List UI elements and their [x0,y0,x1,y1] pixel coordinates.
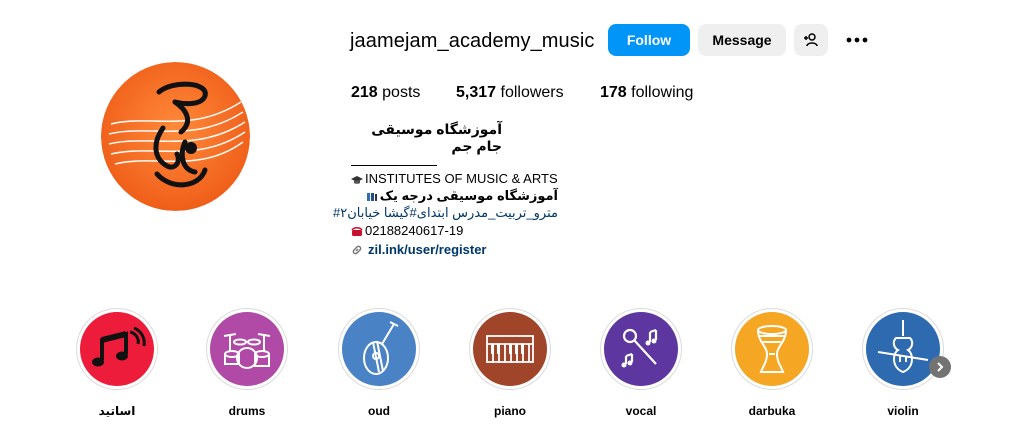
highlight-oud[interactable]: oud [338,308,420,418]
graduation-cap-icon [351,175,363,184]
violin-icon [866,312,940,386]
profile-link[interactable]: zil.ink/user/register [351,242,487,257]
highlights-next-button[interactable] [929,356,951,378]
drum-kit-icon [210,312,284,386]
suggest-user-button[interactable] [794,24,828,56]
highlight-vocal[interactable]: vocal [600,308,682,418]
keyboard-icon [473,312,547,386]
highlight-label: اساتید [98,404,136,418]
highlight-label: violin [887,404,919,418]
following-label: following [631,84,694,101]
more-icon [846,37,868,43]
more-options-button[interactable] [842,28,872,52]
following-number: 178 [600,84,627,101]
bio-line-4: 02188240617-19 [351,223,463,238]
message-button[interactable]: Message [698,24,786,56]
highlight-teachers[interactable]: اساتید [76,308,158,418]
follow-button[interactable]: Follow [608,24,690,56]
microphone-icon [604,312,678,386]
highlight-label: darbuka [748,404,796,418]
chevron-right-icon [937,362,944,372]
bio-line-1: INSTITUTES OF MUSIC & ARTS [351,171,558,186]
bio-line-2: آموزشگاه موسیقی درجه یک [364,188,558,204]
following-link[interactable]: 178 following [600,84,693,102]
link-icon [352,245,362,254]
followers-link[interactable]: 5,317 followers [456,84,564,102]
highlight-label: vocal [625,404,657,418]
oud-icon [342,312,416,386]
posts-number: 218 [351,84,378,101]
followers-number: 5,317 [456,84,497,101]
highlight-darbuka[interactable]: darbuka [731,308,813,418]
darbuka-icon [735,312,809,386]
highlight-drums[interactable]: drums [206,308,288,418]
telephone-icon [351,226,363,236]
music-notes-icon [80,312,154,386]
profile-full-name: آموزشگاه موسیقی جام جم [371,121,502,154]
highlight-label: oud [368,404,390,418]
followers-label: followers [500,84,564,101]
bio-line-3[interactable]: مترو_تربیت_مدرس ابتدای#گیشا خیابان۲# [333,205,558,221]
logo-icon [101,62,250,211]
posts-count: 218 posts [351,84,420,102]
highlight-piano[interactable]: piano [469,308,551,418]
highlight-label: drums [228,404,266,418]
posts-label: posts [382,84,421,101]
bio-divider [351,165,437,166]
profile-username: jaamejam_academy_music [350,30,595,52]
profile-avatar[interactable] [101,62,250,211]
highlight-label: piano [494,404,526,418]
profile-link-text: zil.ink/user/register [368,242,487,257]
books-icon [366,192,377,201]
add-person-icon [804,33,818,47]
